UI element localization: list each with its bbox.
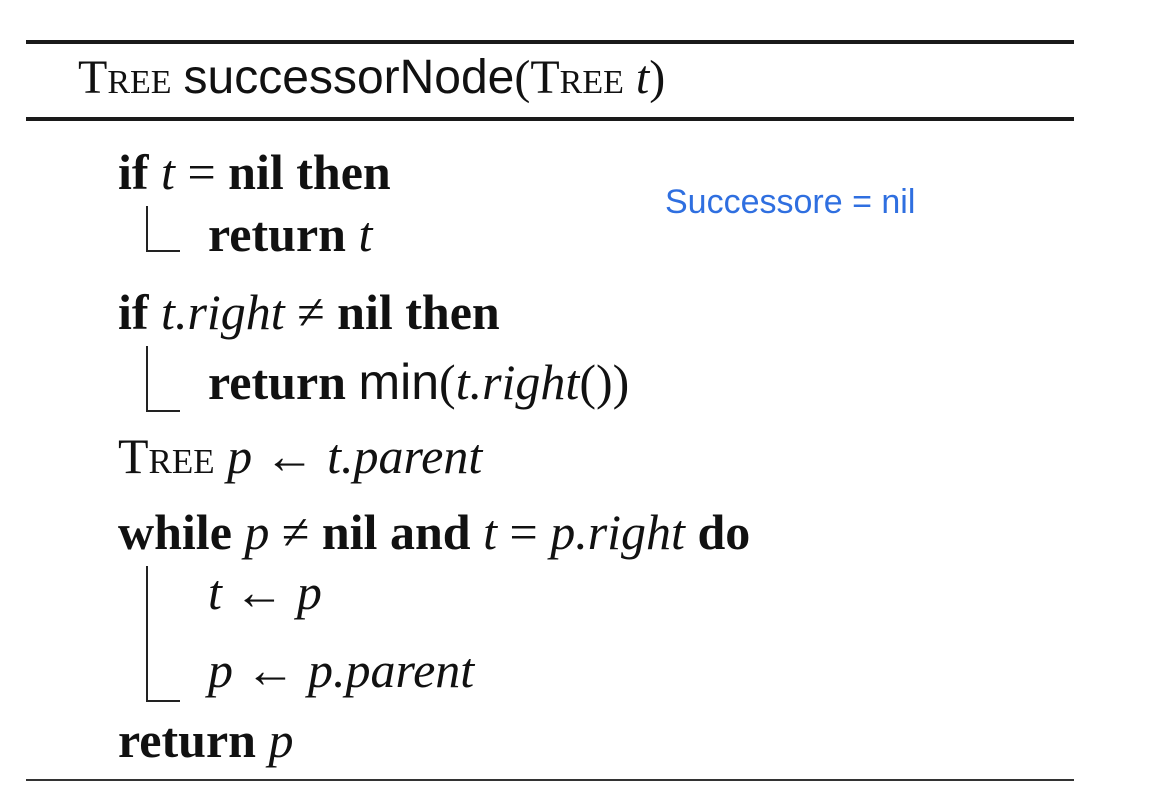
function-min: min [358,354,440,410]
handwritten-annotation: Successore = nil [665,183,916,221]
keyword-if: if [118,144,149,200]
keyword-then: then [296,144,391,200]
assign-arrow: ← [264,428,315,484]
variable: p [227,428,253,484]
close-paren: ) [612,354,630,410]
operator: = [187,144,216,200]
keyword-then: then [405,284,500,340]
keyword-nil: nil [337,284,393,340]
call-parens: () [579,354,613,410]
variable: p [268,712,294,768]
keyword-nil: nil [228,144,284,200]
keyword-return: return [118,712,256,768]
top-rule [26,40,1074,44]
algorithm-header: Tree successorNode(Tree t) [78,50,665,106]
code-line-5: Tree p ← t.parent [118,428,482,484]
function-name: successorNode [183,51,515,104]
expression: t.parent [327,428,483,484]
keyword-return: return [208,206,346,262]
keyword-nil: nil [321,504,378,560]
code-line-6: while p ≠ nil and t = p.right do [118,504,750,560]
code-line-2: return t [208,206,372,262]
operator: ≠ [281,504,310,560]
expression: p [296,564,322,620]
open-paren: ( [439,354,456,410]
code-line-7: t ← p [208,564,322,620]
operator: = [509,504,538,560]
keyword-return: return [208,354,346,410]
return-type: Tree [78,51,172,104]
open-paren: ( [514,51,531,104]
loop-bracket [146,566,180,702]
expression: p.right [550,504,685,560]
operator: ≠ [297,284,325,340]
keyword-if: if [118,284,149,340]
close-paren: ) [649,51,666,104]
variable: p [208,642,233,698]
variable: t [208,564,222,620]
variable: p [244,504,270,560]
code-line-3: if t.right ≠ nil then [118,284,500,340]
header-rule [26,117,1074,121]
code-line-4: return min(t.right()) [208,354,629,410]
type-tree: Tree [118,428,215,484]
code-line-8: p ← p.parent [208,642,474,698]
variable: t [161,144,175,200]
variable: t [483,504,497,560]
expression: p.parent [308,642,475,698]
block-bracket-2 [146,346,180,412]
keyword-and: and [389,504,471,560]
assign-arrow: ← [245,642,296,698]
variable: t [358,206,373,262]
bottom-rule [26,779,1074,781]
code-line-1: if t = nil then [118,144,391,200]
keyword-do: do [697,504,751,560]
param-name: t [635,51,650,104]
variable: t.right [161,284,285,340]
param-type: Tree [530,51,624,104]
argument: t.right [455,354,580,410]
block-bracket-1 [146,206,180,252]
keyword-while: while [118,504,232,560]
code-line-9: return p [118,712,293,768]
assign-arrow: ← [234,564,285,620]
